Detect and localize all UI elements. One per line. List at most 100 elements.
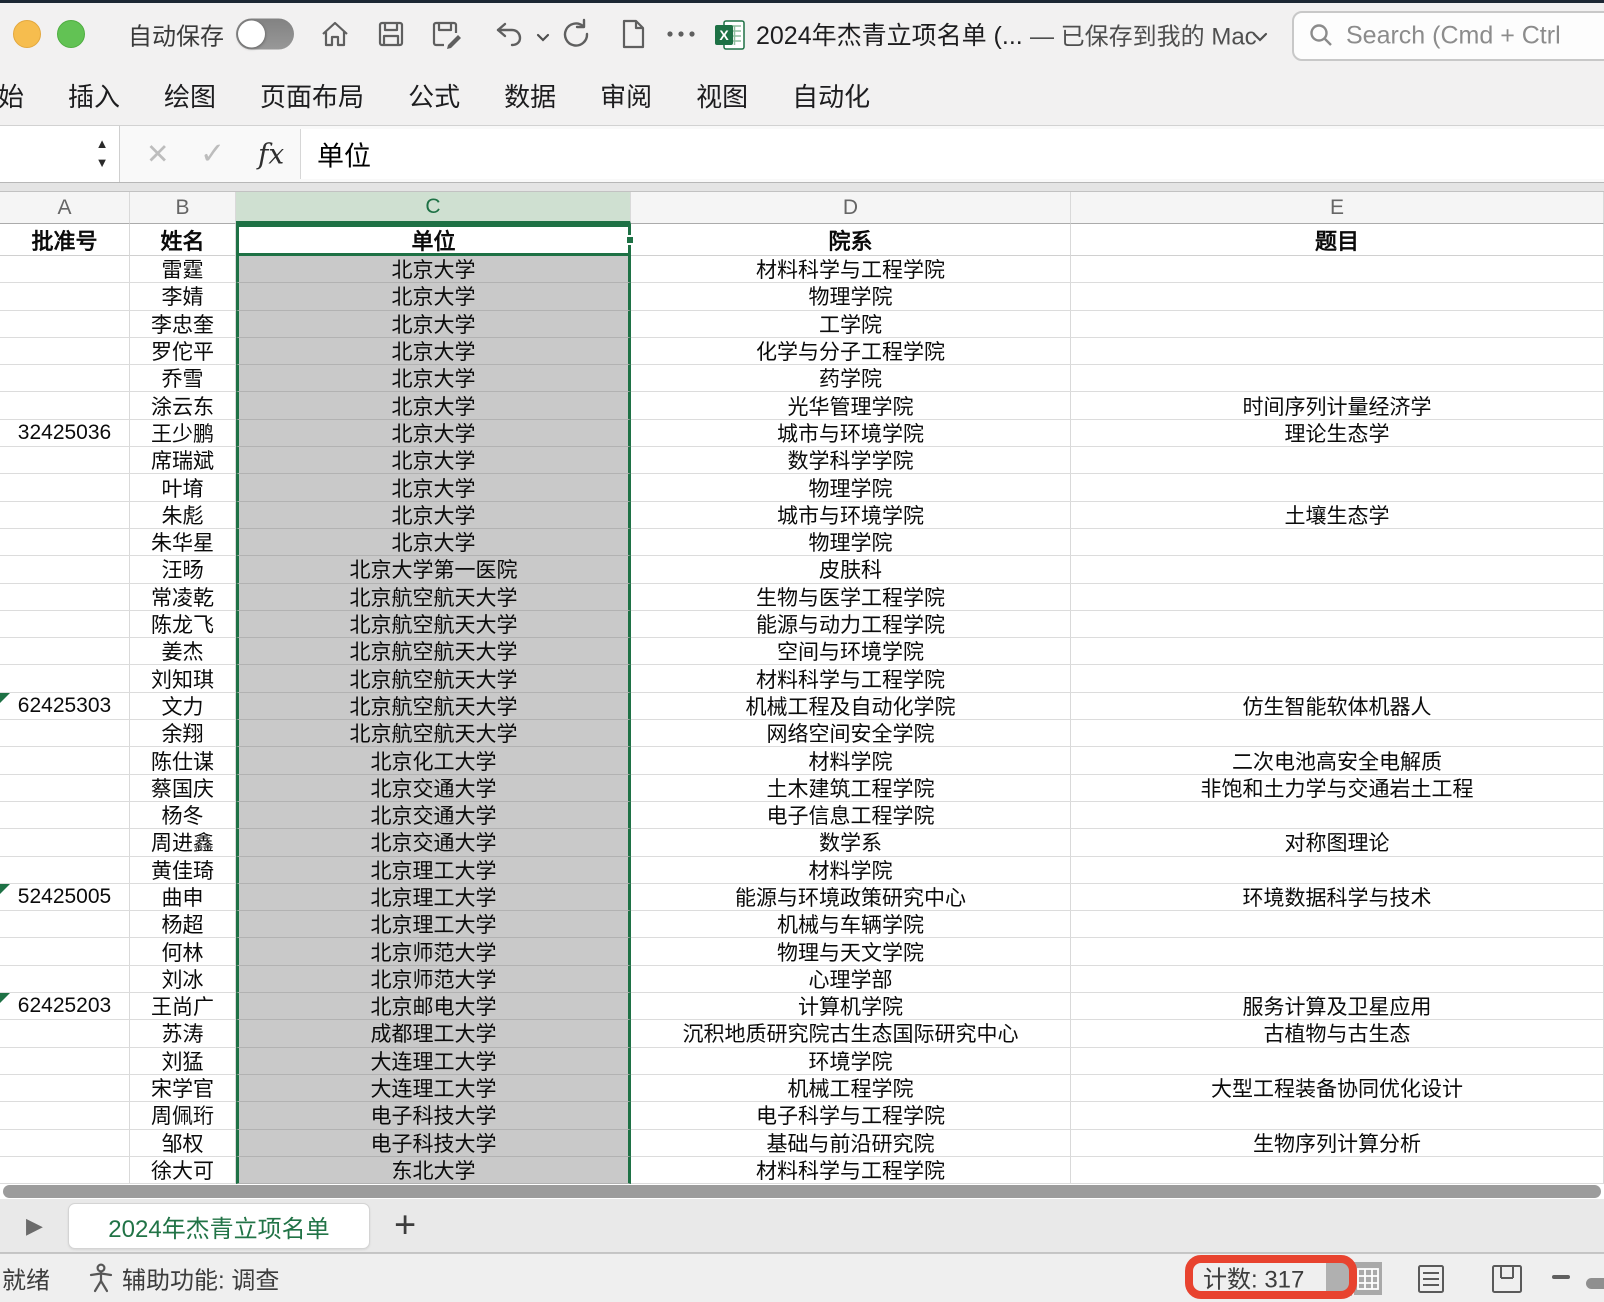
cell-unit[interactable]: 北京航空航天大学 xyxy=(236,720,631,748)
cell-name[interactable]: 李婧 xyxy=(130,283,236,311)
cell-unit[interactable]: 北京大学 xyxy=(236,310,631,338)
cell-title[interactable] xyxy=(1071,665,1604,693)
page-break-view-button[interactable] xyxy=(1490,1264,1524,1299)
cell-name[interactable]: 杨超 xyxy=(130,911,236,939)
cell-name[interactable]: 曲申 xyxy=(130,883,236,912)
cell-name[interactable]: 叶堉 xyxy=(130,474,236,502)
cell-title[interactable] xyxy=(1071,365,1604,393)
cell-unit[interactable]: 北京大学 xyxy=(236,419,631,448)
cell-approval[interactable] xyxy=(0,283,130,311)
cell-dept[interactable]: 环境学院 xyxy=(631,1047,1071,1075)
cell-name[interactable]: 苏涛 xyxy=(130,1020,236,1048)
cell-title[interactable]: 古植物与古生态 xyxy=(1071,1020,1604,1048)
cell-approval[interactable] xyxy=(0,365,130,393)
cell-dept[interactable]: 心理学部 xyxy=(631,965,1071,994)
zoom-slider-handle[interactable] xyxy=(1586,1278,1604,1289)
cell-title[interactable] xyxy=(1071,556,1604,584)
cell-name[interactable]: 乔雪 xyxy=(130,365,236,393)
cell-dept[interactable]: 物理学院 xyxy=(631,474,1071,502)
ribbon-tab-8[interactable]: 自动化 xyxy=(792,77,870,114)
cell-unit[interactable]: 北京航空航天大学 xyxy=(236,665,631,693)
cell-title[interactable] xyxy=(1071,474,1604,502)
cell-dept[interactable]: 机械工程学院 xyxy=(631,1074,1071,1103)
redo-icon[interactable] xyxy=(560,17,594,51)
cell-name[interactable]: 王尚广 xyxy=(130,993,236,1021)
cell-name[interactable]: 姜杰 xyxy=(130,638,236,666)
minimize-traffic-light[interactable] xyxy=(13,20,41,48)
cell-approval[interactable] xyxy=(0,1074,130,1103)
autosave-toggle[interactable] xyxy=(236,18,294,50)
cell-dept[interactable]: 材料学院 xyxy=(631,856,1071,884)
cell-unit[interactable]: 东北大学 xyxy=(236,1156,631,1185)
cell-title[interactable] xyxy=(1071,337,1604,366)
cell-title[interactable]: 理论生态学 xyxy=(1071,419,1604,448)
cell-title[interactable] xyxy=(1071,610,1604,639)
cell-name[interactable]: 刘冰 xyxy=(130,965,236,994)
cell-title[interactable] xyxy=(1071,256,1604,284)
column-header-A[interactable]: A xyxy=(0,192,130,224)
cell-approval[interactable] xyxy=(0,528,130,557)
cell-name[interactable]: 宋学官 xyxy=(130,1074,236,1103)
cell-dept[interactable]: 能源与动力工程学院 xyxy=(631,610,1071,639)
cell-approval[interactable]: 32425036 xyxy=(0,419,130,448)
cell-unit[interactable]: 北京大学 xyxy=(236,474,631,502)
cell-title[interactable] xyxy=(1071,720,1604,748)
confirm-entry-icon[interactable]: ✓ xyxy=(200,137,225,172)
cell-unit[interactable]: 北京交通大学 xyxy=(236,774,631,802)
horizontal-scrollbar[interactable] xyxy=(3,1185,1601,1198)
insert-function-icon[interactable]: fx xyxy=(258,138,284,171)
cell-title[interactable]: 大型工程装备协同优化设计 xyxy=(1071,1074,1604,1103)
cell-name[interactable]: 余翔 xyxy=(130,720,236,748)
cell-approval[interactable] xyxy=(0,610,130,639)
cell-unit[interactable]: 北京邮电大学 xyxy=(236,993,631,1021)
cell-unit[interactable]: 北京航空航天大学 xyxy=(236,610,631,639)
cell-title[interactable] xyxy=(1071,911,1604,939)
cell-approval[interactable] xyxy=(0,556,130,584)
save-as-icon[interactable] xyxy=(428,17,464,51)
cell-approval[interactable] xyxy=(0,638,130,666)
cell-dept[interactable]: 光华管理学院 xyxy=(631,392,1071,420)
ribbon-tab-4[interactable]: 公式 xyxy=(408,77,460,114)
cell-name[interactable]: 刘知琪 xyxy=(130,665,236,693)
cell-approval[interactable]: 62425303 xyxy=(0,692,130,721)
cell-unit[interactable]: 北京大学 xyxy=(236,447,631,475)
cell-dept[interactable]: 材料科学与工程学院 xyxy=(631,1156,1071,1185)
saved-status-chevron-icon[interactable] xyxy=(1252,29,1268,47)
undo-icon[interactable] xyxy=(492,17,526,51)
cell-approval[interactable] xyxy=(0,747,130,775)
cell-unit[interactable]: 大连理工大学 xyxy=(236,1074,631,1103)
cell-title[interactable]: 时间序列计量经济学 xyxy=(1071,392,1604,420)
header-cell-approval[interactable]: 批准号 xyxy=(0,224,130,256)
cell-dept[interactable]: 物理与天文学院 xyxy=(631,938,1071,966)
zoom-out-button[interactable] xyxy=(1552,1275,1570,1279)
name-box-stepper[interactable]: ▲ ▼ xyxy=(94,134,110,174)
cell-title[interactable] xyxy=(1071,801,1604,830)
cell-title[interactable]: 仿生智能软体机器人 xyxy=(1071,692,1604,721)
cell-approval[interactable] xyxy=(0,583,130,611)
cell-dept[interactable]: 城市与环境学院 xyxy=(631,419,1071,448)
cell-dept[interactable]: 材料学院 xyxy=(631,747,1071,775)
cell-dept[interactable]: 城市与环境学院 xyxy=(631,501,1071,529)
cell-unit[interactable]: 北京师范大学 xyxy=(236,938,631,966)
cell-title[interactable]: 生物序列计算分析 xyxy=(1071,1129,1604,1157)
cell-dept[interactable]: 沉积地质研究院古生态国际研究中心 xyxy=(631,1020,1071,1048)
cell-approval[interactable] xyxy=(0,665,130,693)
sheet-nav-arrow-icon[interactable]: ▶ xyxy=(26,1213,43,1239)
cell-title[interactable] xyxy=(1071,1156,1604,1185)
cell-title[interactable] xyxy=(1071,283,1604,311)
cell-approval[interactable] xyxy=(0,938,130,966)
cell-unit[interactable]: 北京大学第一医院 xyxy=(236,556,631,584)
cell-unit[interactable]: 成都理工大学 xyxy=(236,1020,631,1048)
cell-unit[interactable]: 北京理工大学 xyxy=(236,856,631,884)
cell-approval[interactable] xyxy=(0,720,130,748)
cell-name[interactable]: 常凌乾 xyxy=(130,583,236,611)
cell-approval[interactable]: 52425005 xyxy=(0,883,130,912)
cancel-entry-icon[interactable]: ✕ xyxy=(146,138,169,171)
cell-unit[interactable]: 北京师范大学 xyxy=(236,965,631,994)
cell-approval[interactable] xyxy=(0,1047,130,1075)
accessibility-status[interactable]: 辅助功能: 调查 xyxy=(122,1261,279,1296)
cell-name[interactable]: 徐大可 xyxy=(130,1156,236,1185)
cell-dept[interactable]: 皮肤科 xyxy=(631,556,1071,584)
cell-dept[interactable]: 电子科学与工程学院 xyxy=(631,1102,1071,1130)
cell-name[interactable]: 黄佳琦 xyxy=(130,856,236,884)
